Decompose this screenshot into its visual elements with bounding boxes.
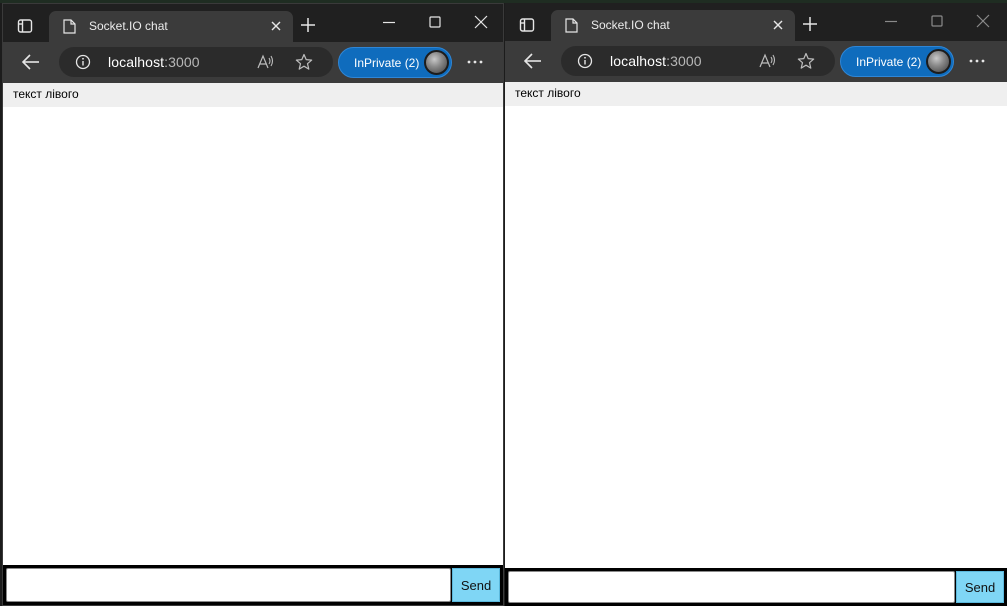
- page-content: текст лівого Send: [505, 82, 1007, 606]
- inprivate-label: InPrivate (2): [856, 55, 922, 69]
- back-arrow-icon[interactable]: [21, 53, 41, 71]
- tab-actions-icon[interactable]: [11, 12, 39, 40]
- desktop: Socket.IO chat localhost:3000 InPrivate …: [0, 0, 1007, 606]
- minimize-icon[interactable]: [381, 14, 397, 30]
- read-aloud-icon[interactable]: [759, 53, 777, 69]
- title-bar: Socket.IO chat: [505, 3, 1007, 41]
- message-item: текст лівого: [3, 83, 503, 107]
- address-port: :3000: [666, 53, 702, 69]
- navigation-toolbar: localhost:3000 InPrivate (2): [3, 42, 503, 83]
- tab-title: Socket.IO chat: [591, 18, 670, 32]
- tab-socketio-chat[interactable]: Socket.IO chat: [551, 10, 795, 41]
- close-icon[interactable]: [771, 18, 785, 32]
- address-bar[interactable]: localhost:3000: [561, 46, 835, 76]
- page-content: текст лівого Send: [3, 83, 503, 605]
- page-icon: [565, 18, 578, 33]
- plus-icon[interactable]: [801, 15, 819, 33]
- chat-form: Send: [3, 565, 503, 605]
- minimize-icon[interactable]: [883, 13, 899, 29]
- browser-window-right: Socket.IO chat localhost:3000 InPrivate …: [505, 3, 1007, 606]
- title-bar: Socket.IO chat: [3, 4, 503, 42]
- close-window-icon[interactable]: [975, 13, 991, 29]
- read-aloud-icon[interactable]: [257, 54, 275, 70]
- avatar: [424, 50, 449, 75]
- info-icon[interactable]: [75, 54, 91, 70]
- send-button[interactable]: Send: [452, 568, 500, 602]
- address-bar[interactable]: localhost:3000: [59, 47, 333, 77]
- navigation-toolbar: localhost:3000 InPrivate (2): [505, 41, 1007, 82]
- messages-list: текст лівого: [3, 83, 503, 107]
- more-icon[interactable]: [968, 54, 986, 68]
- plus-icon[interactable]: [299, 16, 317, 34]
- address-port: :3000: [164, 54, 200, 70]
- page-icon: [63, 19, 76, 34]
- message-input[interactable]: [508, 571, 955, 603]
- inprivate-button[interactable]: InPrivate (2): [840, 46, 954, 77]
- send-button[interactable]: Send: [956, 571, 1004, 603]
- close-icon[interactable]: [269, 19, 283, 33]
- info-icon[interactable]: [577, 53, 593, 69]
- avatar: [926, 49, 951, 74]
- tab-socketio-chat[interactable]: Socket.IO chat: [49, 11, 293, 42]
- maximize-icon[interactable]: [427, 14, 443, 30]
- messages-list: текст лівого: [505, 82, 1007, 106]
- star-icon[interactable]: [295, 53, 313, 71]
- address-text: localhost:3000: [108, 54, 200, 70]
- inprivate-label: InPrivate (2): [354, 56, 420, 70]
- address-host: localhost: [610, 53, 667, 69]
- chat-form: Send: [505, 568, 1007, 606]
- message-item: текст лівого: [505, 82, 1007, 106]
- inprivate-button[interactable]: InPrivate (2): [338, 47, 452, 78]
- star-icon[interactable]: [797, 52, 815, 70]
- maximize-icon[interactable]: [929, 13, 945, 29]
- address-text: localhost:3000: [610, 53, 702, 69]
- message-input[interactable]: [6, 568, 451, 602]
- browser-window-left: Socket.IO chat localhost:3000 InPrivate …: [2, 3, 504, 606]
- more-icon[interactable]: [466, 55, 484, 69]
- back-arrow-icon[interactable]: [523, 52, 543, 70]
- address-host: localhost: [108, 54, 165, 70]
- close-window-icon[interactable]: [473, 14, 489, 30]
- tab-actions-icon[interactable]: [513, 11, 541, 39]
- tab-title: Socket.IO chat: [89, 19, 168, 33]
